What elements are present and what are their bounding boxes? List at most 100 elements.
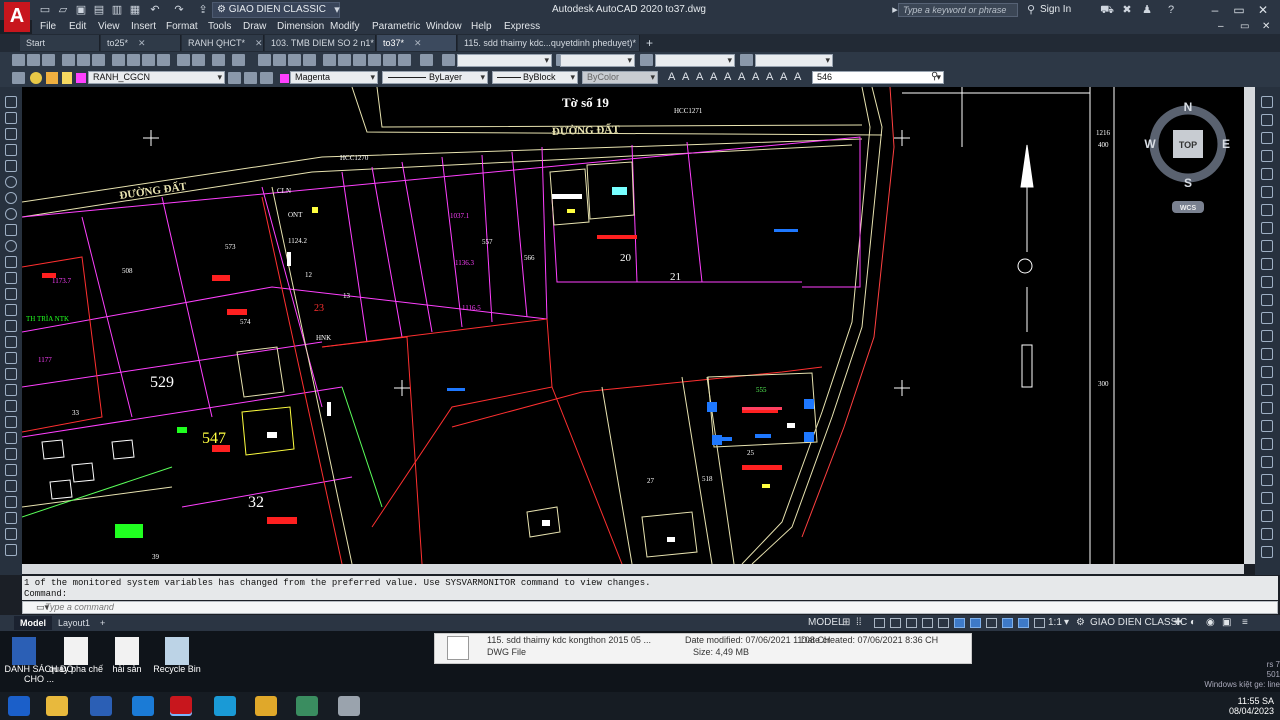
table-tool-icon[interactable]	[5, 368, 17, 380]
r-fillet-icon[interactable]	[1261, 348, 1273, 360]
save-as-icon[interactable]: ▤	[92, 3, 106, 17]
chrome-icon[interactable]	[255, 696, 277, 716]
share-icon[interactable]: ⇪	[196, 3, 210, 17]
r-chamfer-icon[interactable]	[1261, 330, 1273, 342]
find-icon[interactable]: ⚲	[931, 71, 938, 82]
insert-block-icon[interactable]	[5, 272, 17, 284]
annotation-scale[interactable]: 1:1	[1048, 617, 1062, 628]
find-text-input[interactable]: 546	[812, 71, 944, 84]
tb-copy-icon[interactable]	[127, 54, 140, 66]
tb-paint-icon[interactable]	[192, 54, 205, 66]
spline-tool-icon[interactable]	[5, 224, 17, 236]
polyline-tool-icon[interactable]	[5, 128, 17, 140]
tb-publish-icon[interactable]	[92, 54, 105, 66]
r-snap-quadrant-icon[interactable]	[1261, 474, 1273, 486]
menu-format[interactable]: Format	[166, 21, 198, 32]
transparency-icon[interactable]	[1002, 618, 1013, 628]
print-icon[interactable]: ▦	[128, 3, 142, 17]
color-combo[interactable]: Magenta	[290, 71, 378, 84]
tb-sheet-set-icon[interactable]	[368, 54, 381, 66]
tb-pan-icon[interactable]	[258, 54, 271, 66]
plus-icon[interactable]: ✚	[1174, 617, 1182, 628]
sign-in-button[interactable]: Sign In	[1040, 4, 1071, 15]
document-icon[interactable]	[115, 637, 139, 665]
menu-dimension[interactable]: Dimension	[277, 21, 324, 32]
grid-icon[interactable]: ⊞	[842, 617, 850, 628]
r-blend-icon[interactable]	[1261, 366, 1273, 378]
minimize-button[interactable]: –	[1206, 2, 1224, 18]
layer-previous-icon[interactable]	[244, 72, 257, 84]
plot-icon[interactable]: ▥	[110, 3, 124, 17]
layer-match-icon[interactable]	[260, 72, 273, 84]
workspace-switcher[interactable]: ⚙ GIAO DIEN CLASSIC	[212, 2, 340, 18]
command-input[interactable]: Type a command	[22, 601, 1278, 614]
r-mirror-icon[interactable]	[1261, 132, 1273, 144]
tb-markup-icon[interactable]	[383, 54, 396, 66]
tb-design-center-icon[interactable]	[338, 54, 351, 66]
close-icon[interactable]: ✕	[636, 38, 639, 48]
tb-match-icon[interactable]	[157, 54, 170, 66]
rotate-tool-icon[interactable]	[5, 496, 17, 508]
tb-zoom-realtime-icon[interactable]	[273, 54, 286, 66]
r-snap-perpendicular-icon[interactable]	[1261, 510, 1273, 522]
undo-icon[interactable]: ↶	[148, 3, 162, 17]
r-snap-nearest-icon[interactable]	[1261, 528, 1273, 540]
r-explode-icon[interactable]	[1261, 384, 1273, 396]
menu-insert[interactable]: Insert	[131, 21, 156, 32]
menu-close-icon[interactable]: ✕	[1262, 21, 1270, 32]
isometric-icon[interactable]	[938, 618, 949, 628]
layer-combo[interactable]: RANH_CGCN	[88, 71, 225, 84]
r-snap-endpoint-icon[interactable]	[1261, 402, 1273, 414]
exchange-icon[interactable]: ✖	[1120, 3, 1134, 17]
tb-zoom-previous-icon[interactable]	[303, 54, 316, 66]
tab-model[interactable]: Model	[14, 616, 52, 630]
menu-express[interactable]: Express	[504, 21, 540, 32]
menu-parametric[interactable]: Parametric	[372, 21, 420, 32]
dim-style-combo[interactable]	[560, 54, 635, 67]
gear-icon[interactable]: ⚙	[1076, 617, 1085, 628]
circle-tool-icon[interactable]	[5, 192, 17, 204]
scale-tool-icon[interactable]	[5, 512, 17, 524]
close-icon[interactable]: ✕	[404, 38, 422, 48]
drawing-canvas[interactable]: Tờ số 19 ĐƯỜNG ĐẤT ĐƯỜNG ĐẤT HCC1271 HCC…	[22, 87, 1255, 564]
trim-tool-icon[interactable]	[5, 544, 17, 556]
tb-properties-icon[interactable]	[323, 54, 336, 66]
edge-icon[interactable]	[214, 696, 236, 716]
cart-icon[interactable]: ⛟	[1100, 3, 1114, 17]
object-snap-tracking-icon[interactable]	[954, 618, 965, 628]
add-layout-button[interactable]: +	[94, 616, 111, 630]
ellipse-tool-icon[interactable]	[5, 240, 17, 252]
file-explorer-icon[interactable]	[46, 696, 68, 716]
r-trim-icon[interactable]	[1261, 258, 1273, 270]
new-tab-icon[interactable]: +	[646, 36, 653, 50]
model-space-button[interactable]: MODEL	[808, 617, 844, 628]
r-copy-icon[interactable]	[1261, 114, 1273, 126]
redo-icon[interactable]: ↷	[172, 3, 186, 17]
tb-undo-icon[interactable]	[212, 54, 225, 66]
layer-freeze-icon[interactable]	[46, 72, 58, 84]
edit-text-icon[interactable]: A	[696, 71, 703, 83]
tab-start[interactable]: Start	[20, 35, 100, 51]
close-icon[interactable]: ✕	[374, 38, 375, 48]
close-button[interactable]: ✕	[1254, 2, 1272, 18]
mleader-style-combo[interactable]	[755, 54, 833, 67]
people-icon[interactable]: ♟	[1140, 3, 1154, 17]
tb-text-style-icon[interactable]	[442, 54, 455, 66]
r-erase-icon[interactable]	[1261, 96, 1273, 108]
convert-text-icon[interactable]: A	[766, 71, 773, 83]
tab-layout1[interactable]: Layout1	[52, 616, 96, 630]
layer-lock-icon[interactable]	[62, 72, 72, 84]
offset-tool-icon[interactable]	[5, 448, 17, 460]
gradient-tool-icon[interactable]	[5, 336, 17, 348]
word-file-icon[interactable]	[12, 637, 36, 665]
taskbar-clock[interactable]: 11:55 SA 08/04/2023	[1214, 696, 1274, 716]
chevron-down-icon[interactable]: ▾	[1064, 617, 1069, 628]
spell-check-icon[interactable]: A	[724, 71, 731, 83]
restore-button[interactable]: ▭	[1230, 2, 1248, 18]
text-align-icon[interactable]: A	[794, 71, 801, 83]
tab-to37[interactable]: to37* ✕	[377, 35, 457, 51]
r-snap-midpoint-icon[interactable]	[1261, 420, 1273, 432]
mtext-icon[interactable]: A	[682, 71, 689, 83]
close-icon[interactable]: ✕	[245, 38, 263, 48]
r-rotate-icon[interactable]	[1261, 204, 1273, 216]
